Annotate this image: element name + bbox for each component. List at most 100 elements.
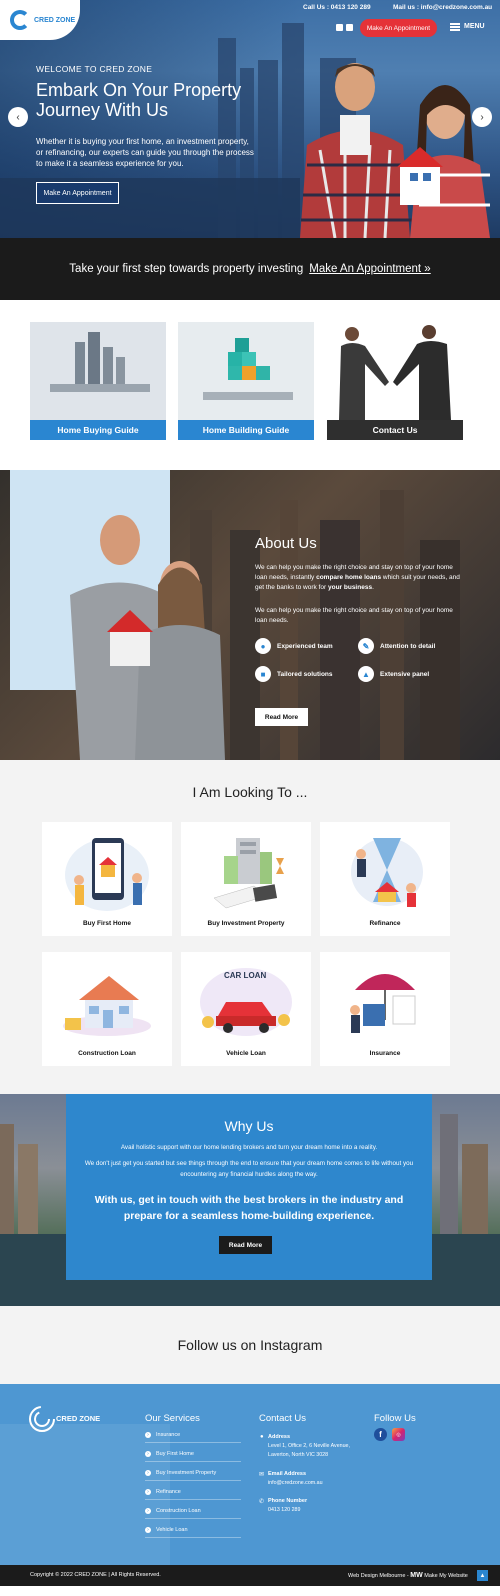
why-us-panel: Why Us Avail holistic support with our h… [66, 1094, 432, 1280]
chevron-right-icon: › [145, 1451, 151, 1457]
footer: CRED ZONE Our Services › Insurance › Buy F… [0, 1384, 500, 1565]
hero-title: Embark On Your Property Journey With Us [36, 80, 242, 120]
card-construction-loan[interactable]: Construction Loan [42, 952, 172, 1066]
email-value[interactable]: info@credzone.com.au [268, 1479, 368, 1488]
car-loan-illustration: CAR LOAN [200, 968, 292, 1036]
email-label: Email Address [268, 1471, 307, 1477]
card-label: Vehicle Loan [226, 1050, 266, 1057]
address-value: Level 1, Office 2, 6 Neville Avenue, Lav… [268, 1443, 350, 1458]
footer-service-link[interactable]: › Vehicle Loan [145, 1527, 241, 1538]
svg-text:CAR LOAN: CAR LOAN [224, 971, 266, 980]
header-appointment-button[interactable]: Make An Appointment [360, 19, 437, 37]
menu-label[interactable]: MENU [464, 23, 485, 30]
feature-tailored-solutions: ■ Tailored solutions [255, 666, 333, 682]
about-read-more-button[interactable]: Read More [255, 708, 308, 726]
credit-text[interactable]: Web Design Melbourne - MW Make My Websit… [348, 1572, 468, 1579]
mmw-logo-icon: MW [410, 1572, 423, 1579]
why-paragraph-1: Avail holistic support with our home len… [120, 1144, 378, 1151]
hero-appointment-button[interactable]: Make An Appointment [36, 182, 119, 204]
guide-label: Contact Us [327, 420, 463, 440]
chevron-right-icon: › [145, 1508, 151, 1514]
copyright-text: Copyright © 2022 CRED ZONE | All Rights … [30, 1572, 161, 1578]
footer-logo-text: CRED ZONE [56, 1414, 101, 1423]
logo-c-icon [10, 10, 30, 30]
footer-service-link[interactable]: › Buy Investment Property [145, 1470, 241, 1481]
slider-prev-arrow-icon[interactable]: ‹ [8, 107, 28, 127]
why-highlight: With us, get in touch with the best brok… [94, 1194, 404, 1222]
guide-label: Home Buying Guide [30, 420, 166, 440]
footer-service-link[interactable]: › Refinance [145, 1489, 241, 1500]
card-vehicle-loan[interactable]: CAR LOAN Vehicle Loan [181, 952, 311, 1066]
guide-image [30, 322, 166, 420]
phone-value[interactable]: 0413 120 289 [268, 1506, 368, 1515]
guide-image [327, 322, 463, 420]
about-paragraph-1: We can help you make the right choice an… [255, 564, 460, 591]
address-label: Address [268, 1434, 291, 1440]
guides-section: Home Buying Guide Home Building Guide Co… [0, 300, 500, 470]
chart-icon: ▲ [358, 666, 374, 682]
card-label: Buy Investment Property [207, 920, 285, 927]
guide-card-home-building[interactable]: Home Building Guide [178, 322, 314, 442]
instagram-icon[interactable]: ◎ [392, 1428, 405, 1441]
card-label: Refinance [369, 920, 401, 927]
insurance-umbrella-illustration [350, 974, 416, 1033]
card-refinance[interactable]: Refinance [320, 822, 450, 936]
guide-card-home-buying[interactable]: Home Buying Guide [30, 322, 166, 442]
footer-service-link[interactable]: › Buy First Home [145, 1451, 241, 1462]
facebook-icon[interactable]: f [374, 1428, 387, 1441]
phone-house-illustration [65, 838, 149, 911]
hero-welcome: WELCOME TO CRED ZONE [36, 64, 153, 74]
looking-heading: I Am Looking To ... [192, 784, 308, 800]
briefcase-icon: ■ [255, 666, 271, 682]
footer-service-link[interactable]: › Construction Loan [145, 1508, 241, 1519]
instagram-icon[interactable] [346, 24, 353, 31]
guide-card-contact[interactable]: Contact Us [327, 322, 463, 442]
chevron-right-icon: › [145, 1489, 151, 1495]
cubes-image [178, 322, 314, 420]
refinance-illustration [351, 838, 423, 907]
looking-to-section: I Am Looking To ... Buy First Home Buy I… [0, 760, 500, 1094]
copyright-bar: Copyright © 2022 CRED ZONE | All Rights … [0, 1565, 500, 1586]
hamburger-icon[interactable] [450, 23, 460, 31]
call-us-link[interactable]: Call Us : 0413 120 289 [303, 4, 371, 11]
guide-image [178, 322, 314, 420]
mail-us-link[interactable]: Mail us : info@credzone.com.au [393, 4, 492, 11]
footer-contact-heading: Contact Us [259, 1413, 306, 1424]
feature-extensive-panel: ▲ Extensive panel [358, 666, 429, 682]
card-buy-investment-property[interactable]: Buy Investment Property [181, 822, 311, 936]
chevron-right-icon: › [145, 1432, 151, 1438]
chevron-right-icon: › [145, 1470, 151, 1476]
footer-services-heading: Our Services [145, 1413, 200, 1424]
location-pin-icon: ● [260, 1434, 264, 1440]
cta-band: Take your first step towards property in… [0, 238, 500, 300]
footer-follow-heading: Follow Us [374, 1413, 416, 1424]
handshake-image [327, 322, 463, 420]
instagram-section: Follow us on Instagram [0, 1306, 500, 1384]
chevron-right-icon: › [145, 1527, 151, 1533]
building-calculator-illustration [213, 838, 284, 909]
about-paragraph-2: We can help you make the right choice an… [255, 607, 453, 624]
slider-next-arrow-icon[interactable]: › [472, 107, 492, 127]
card-buy-first-home[interactable]: Buy First Home [42, 822, 172, 936]
about-section: About Us We can help you make the right … [0, 470, 500, 760]
card-label: Construction Loan [78, 1050, 136, 1057]
feature-attention-detail: ✎ Attention to detail [358, 638, 435, 654]
logo-text: CRED ZONE [34, 16, 76, 24]
email-icon: ✉ [259, 1472, 265, 1478]
card-label: Buy First Home [82, 920, 132, 927]
facebook-icon[interactable] [336, 24, 343, 31]
why-heading: Why Us [224, 1118, 274, 1134]
card-label: Insurance [369, 1050, 401, 1057]
card-insurance[interactable]: Insurance [320, 952, 450, 1066]
site-logo[interactable]: CRED ZONE [0, 0, 80, 40]
footer-service-link[interactable]: › Insurance [145, 1432, 241, 1443]
why-read-more-button[interactable]: Read More [219, 1236, 272, 1254]
instagram-heading: Follow us on Instagram [177, 1337, 323, 1353]
hero-banner: CRED ZONE Call Us : 0413 120 289 Mail us… [0, 0, 500, 238]
couple-with-house-image [300, 63, 490, 238]
cta-text: Take your first step towards property in… [69, 263, 304, 275]
cta-appointment-link[interactable]: Make An Appointment » [309, 263, 430, 275]
scroll-top-icon[interactable]: ▲ [477, 1570, 488, 1581]
tablet-city-image [30, 322, 166, 420]
guide-label: Home Building Guide [178, 420, 314, 440]
